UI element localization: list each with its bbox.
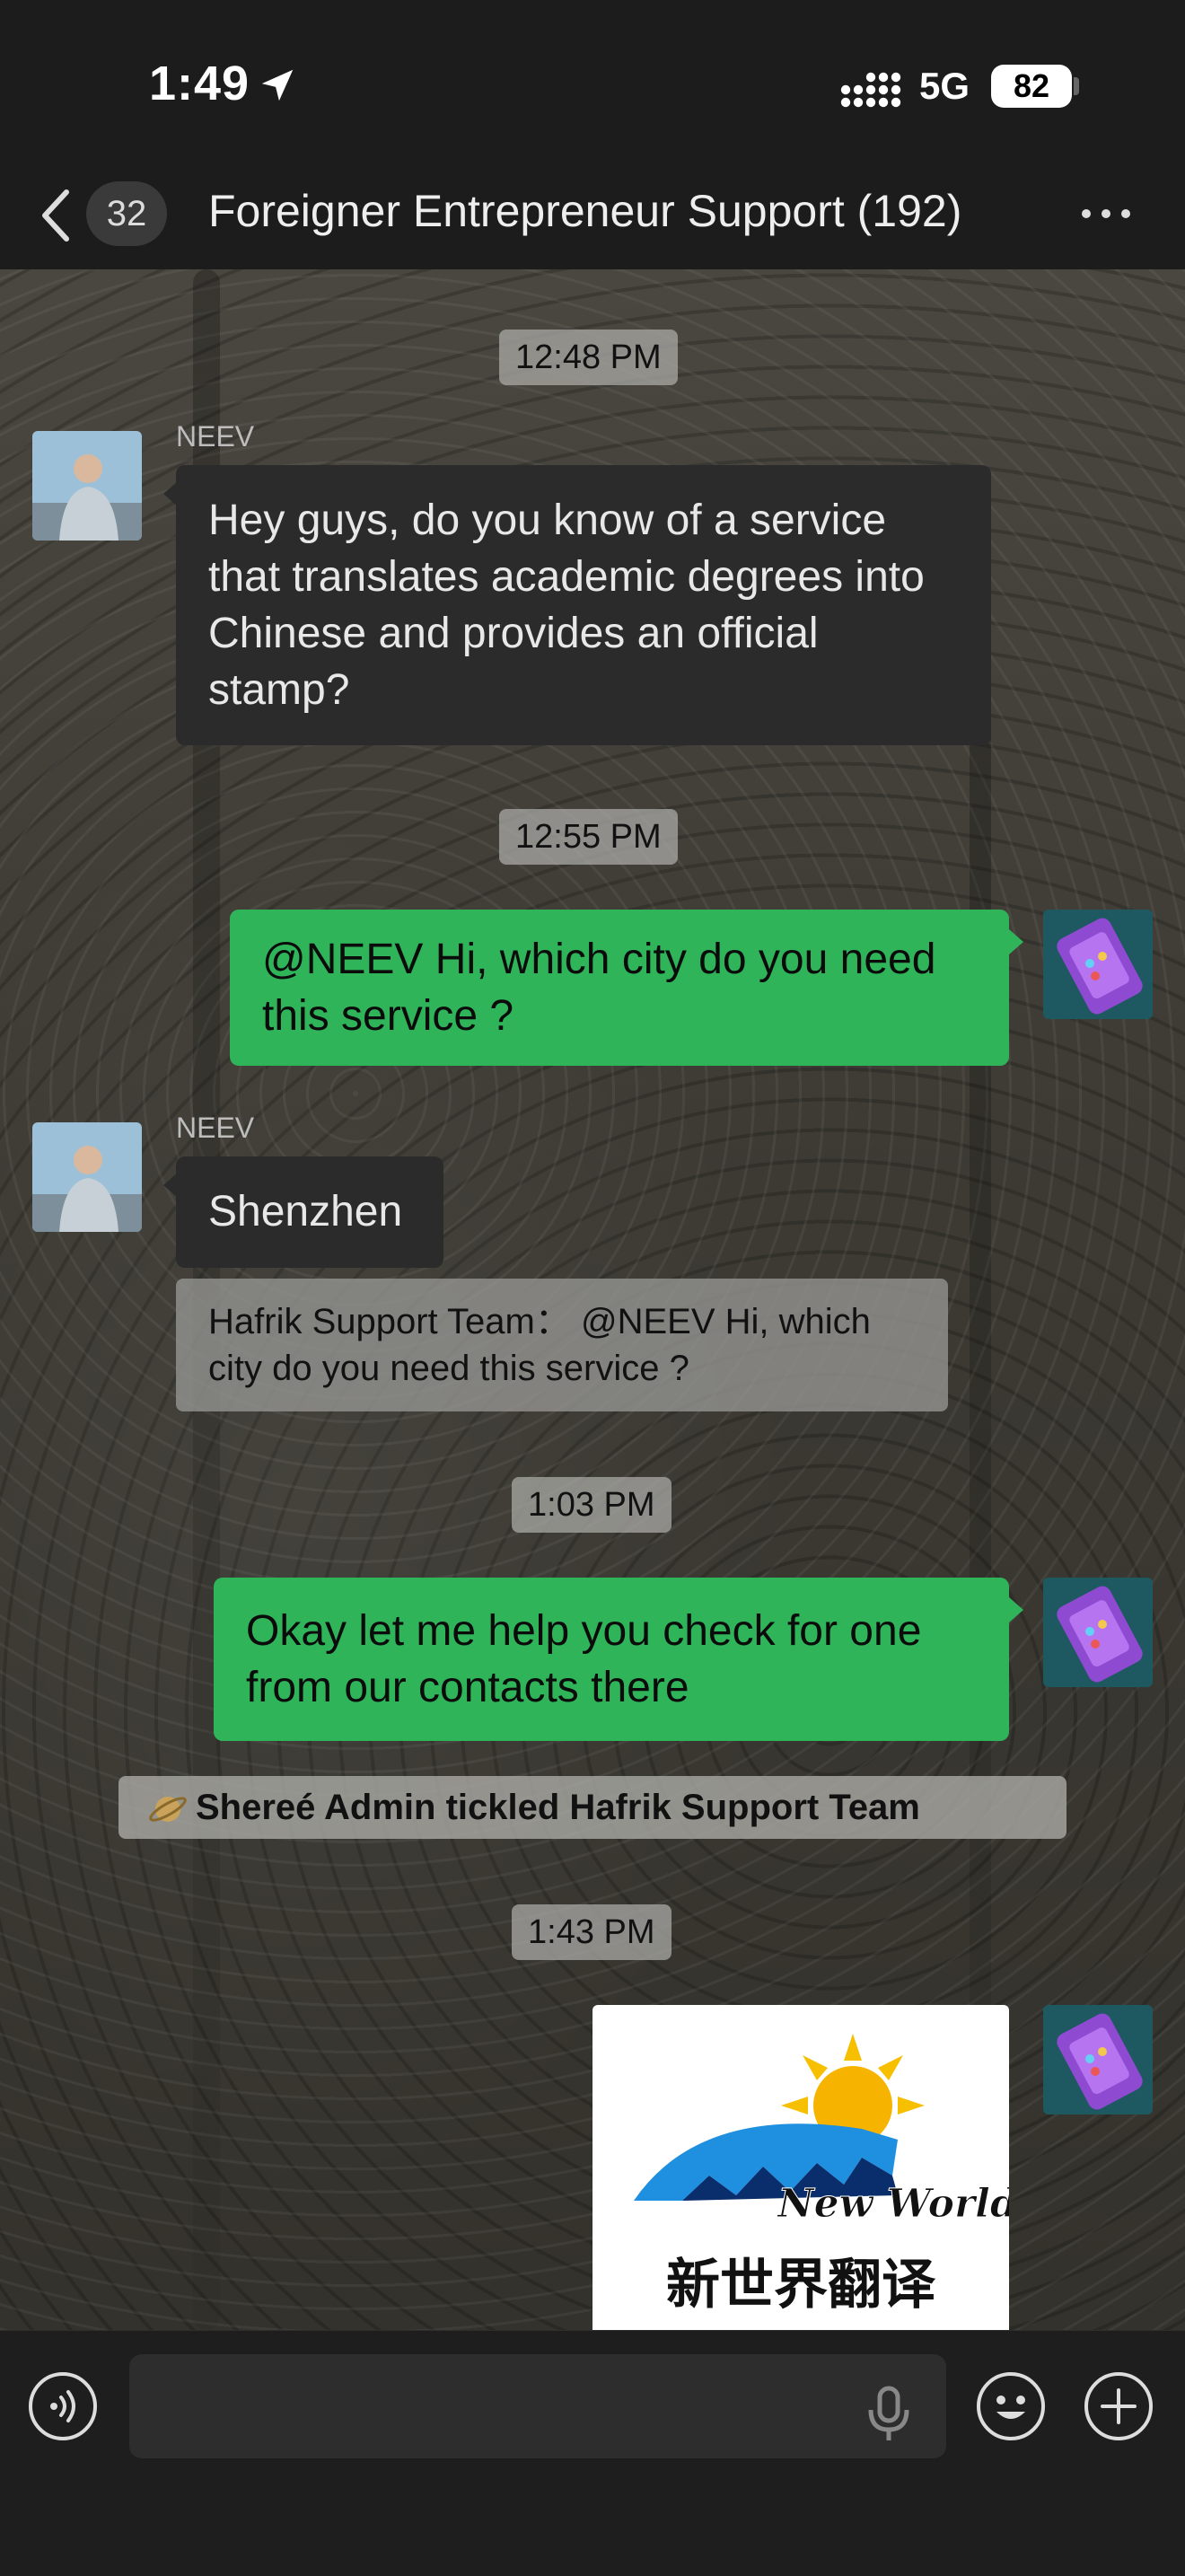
timestamp: 1:43 PM [512,1904,672,1960]
sender-name: NEEV [176,1112,255,1144]
battery-tip [1074,77,1079,95]
avatar[interactable] [32,1122,142,1232]
avatar[interactable] [32,431,142,541]
system-notice-text: Shereé Admin tickled Hafrik Support Team [196,1788,920,1827]
battery-indicator: 82 [991,65,1072,108]
chat-title: Foreigner Entrepreneur Support (192) [208,186,962,236]
timestamp: 12:55 PM [499,809,678,865]
chat-area[interactable]: 12:48 PM NEEV Hey guys, do you know of a… [0,269,1185,2330]
back-chevron-icon[interactable] [38,187,74,244]
signal-icon [840,72,901,108]
more-dots-icon[interactable] [1077,205,1135,223]
timestamp: 1:03 PM [512,1477,672,1533]
image-caption: 新世界翻译 [666,2254,936,2317]
message-bubble[interactable]: Hey guys, do you know of a service that … [176,465,991,745]
bubble-tail [1009,929,1023,954]
message-bubble[interactable]: @NEEV Hi, which city do you need this se… [230,910,1009,1066]
quoted-message[interactable]: Hafrik Support Team： @NEEV Hi, which cit… [176,1279,948,1411]
message-bubble[interactable]: Okay let me help you check for one from … [214,1578,1009,1741]
input-bar [0,2330,1185,2576]
voice-icon[interactable] [27,2370,99,2442]
sender-name: NEEV [176,420,255,453]
new-world-logo: New World 新世界翻译 [634,2034,1009,2317]
emoji-icon[interactable] [975,2370,1047,2442]
message-input[interactable] [129,2354,946,2458]
status-bar: 1:49 5G 82 [0,0,1185,162]
location-arrow-icon [261,69,294,101]
my-avatar[interactable] [1043,910,1153,1019]
status-time: 1:49 [149,57,250,110]
my-avatar[interactable] [1043,2005,1153,2114]
image-message[interactable]: New World 新世界翻译 [592,2005,1009,2330]
mic-icon[interactable] [865,2385,912,2442]
my-avatar[interactable] [1043,1578,1153,1687]
system-notice: Shereé Admin tickled Hafrik Support Team [118,1776,1066,1839]
planet-icon [149,1797,187,1823]
timestamp: 12:48 PM [499,330,678,385]
plus-icon[interactable] [1083,2370,1154,2442]
message-bubble[interactable]: Shenzhen [176,1156,443,1268]
logo-text: New World [776,2181,1009,2227]
chat-header: 32 Foreigner Entrepreneur Support (192) [0,162,1185,270]
network-type: 5G [919,65,970,107]
bubble-tail [1009,1597,1023,1622]
unread-count-badge[interactable]: 32 [86,181,167,246]
